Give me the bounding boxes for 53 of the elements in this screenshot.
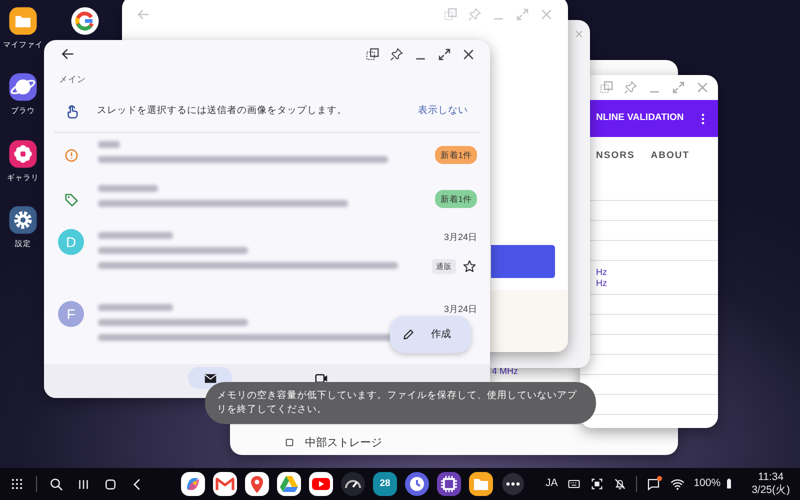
frequency-reading: Hz — [596, 278, 608, 289]
notification-icon[interactable] — [646, 476, 661, 492]
avatar: F — [58, 301, 84, 327]
memory-warning-toast: メモリの空き容量が低下しています。ファイルを保存して、使用していないアプリを終了してください。 — [205, 382, 596, 424]
search-icon[interactable] — [49, 476, 64, 492]
battery-level: 100% — [694, 476, 721, 492]
frequency-reading: 4 MHz — [492, 366, 518, 376]
clock-time: 11:34 — [758, 471, 784, 484]
google-app-icon[interactable] — [70, 6, 100, 36]
chip-app-icon[interactable] — [437, 472, 461, 496]
envelope-app-icon[interactable] — [213, 472, 237, 496]
section-label: メイン — [58, 73, 87, 86]
new-count-badge: 新着1件 — [435, 146, 477, 164]
avatar: D — [58, 229, 84, 255]
keyboard-icon[interactable] — [566, 477, 581, 491]
folder-app-icon[interactable] — [469, 472, 493, 496]
back-arrow-icon[interactable] — [60, 46, 76, 62]
blurred-text — [98, 141, 120, 148]
apps-grid-icon[interactable] — [10, 477, 24, 491]
mute-icon[interactable] — [612, 477, 627, 491]
wifi-icon — [670, 476, 685, 492]
popup-window-icon[interactable] — [365, 46, 380, 62]
storage-label: 中部ストレージ — [305, 436, 382, 450]
info-icon — [64, 148, 78, 162]
tab[interactable]: ABOUT — [650, 148, 690, 166]
play-app-icon[interactable] — [309, 472, 333, 496]
maximize-icon[interactable] — [437, 46, 452, 62]
screenshot-icon[interactable] — [590, 477, 604, 491]
storage-icon — [284, 437, 295, 448]
pin-icon[interactable] — [389, 46, 404, 62]
input-method[interactable]: JA — [545, 476, 558, 492]
tip-text: スレッドを選択するには送信者の画像をタップします。 — [97, 104, 347, 118]
pencil-icon — [402, 328, 415, 341]
home-icon[interactable] — [103, 476, 118, 492]
tag-icon — [64, 192, 78, 206]
date: 3月24日 — [444, 303, 477, 316]
app-title: NLINE VALIDATION — [596, 111, 684, 126]
tab[interactable]: NSORS — [596, 148, 635, 166]
dismiss-link[interactable]: 表示しない — [418, 104, 468, 118]
new-count-badge: 新着1件 — [435, 190, 477, 208]
compose-button[interactable]: 作成 — [390, 316, 471, 353]
blurred-text — [98, 185, 158, 192]
clock-app-icon[interactable] — [405, 472, 429, 496]
gauge-app-icon[interactable] — [341, 472, 365, 496]
date: 3月24日 — [444, 231, 477, 244]
more-apps-icon[interactable] — [501, 472, 525, 496]
colorful-app-icon[interactable] — [181, 472, 205, 496]
triangle-app-icon[interactable] — [277, 472, 301, 496]
map-pin-app-icon[interactable] — [245, 472, 269, 496]
calendar-app-icon[interactable]: 28 — [373, 472, 397, 496]
star-icon[interactable] — [462, 258, 477, 274]
frequency-reading: Hz — [596, 267, 608, 278]
clock-date: 3/25(火) — [752, 484, 790, 497]
